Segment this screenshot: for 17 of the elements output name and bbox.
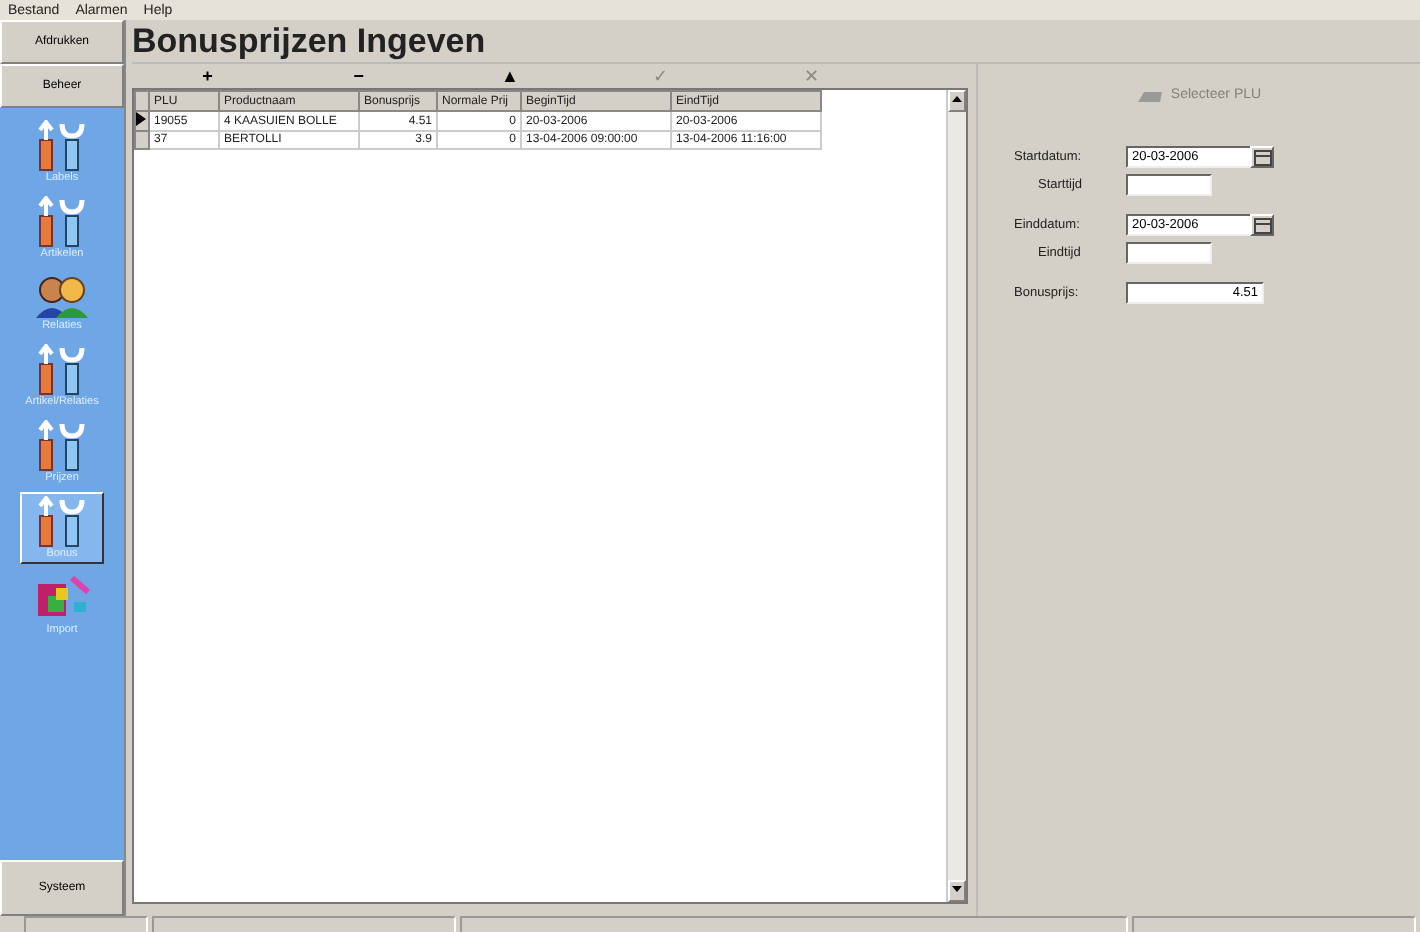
status-panel (24, 916, 148, 932)
scrollbar[interactable] (946, 90, 966, 902)
page-title: Bonusprijzen Ingeven (132, 20, 488, 62)
navigator-button[interactable]: − (328, 64, 389, 88)
row-indicator[interactable] (135, 111, 149, 131)
scroll-up-button[interactable] (948, 90, 966, 112)
scroll-down-button[interactable] (948, 880, 966, 902)
input-field[interactable] (1126, 174, 1212, 196)
navigator-button[interactable]: + (177, 64, 238, 88)
down-arrow-icon (952, 886, 962, 892)
people-icon (32, 272, 92, 320)
up-arrow-icon (952, 96, 962, 102)
input-field[interactable] (1126, 242, 1212, 264)
current-row-icon (136, 112, 146, 126)
calendar-button[interactable] (1250, 146, 1274, 168)
navigator-button[interactable]: ▲ (479, 64, 540, 88)
calendar-button[interactable] (1250, 214, 1274, 236)
